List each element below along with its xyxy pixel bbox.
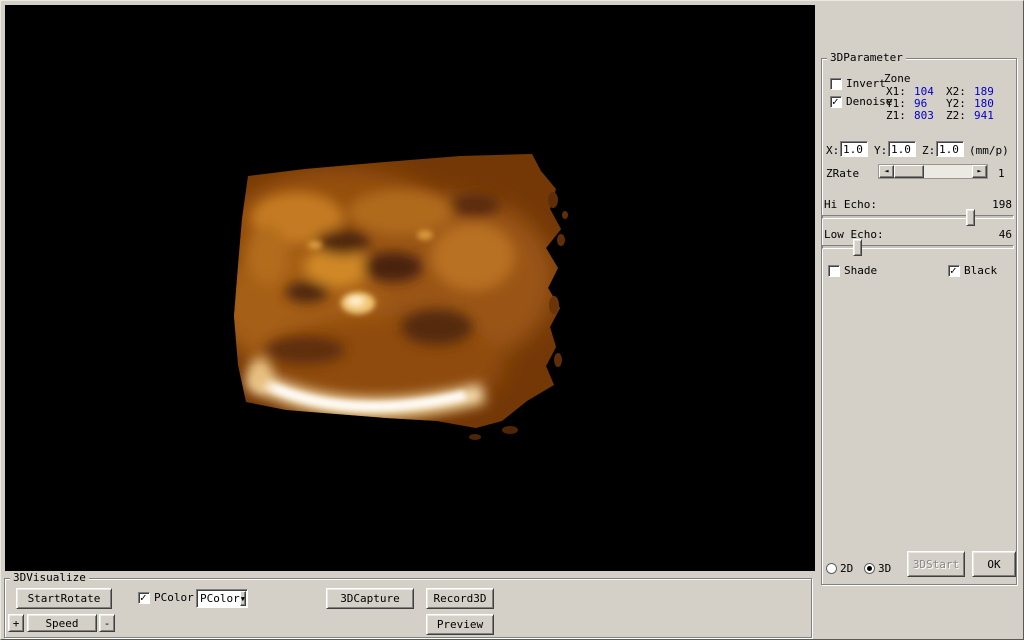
check-icon: ✓ xyxy=(950,264,957,277)
zone-title: Zone xyxy=(884,72,911,85)
scale-x-input[interactable] xyxy=(840,141,868,157)
hi-echo-label: Hi Echo: xyxy=(824,198,877,211)
zone-z2-label: Z2: xyxy=(946,109,966,122)
hi-echo-slider-thumb[interactable] xyxy=(966,209,975,226)
parameter-groupbox: 3DParameter Invert ✓ Denoise Zone X1: 10… xyxy=(821,51,1017,585)
preview-button[interactable]: Preview xyxy=(426,614,494,635)
black-label: Black xyxy=(964,264,998,277)
scale-x-label: X: xyxy=(826,144,840,157)
black-checkbox[interactable]: ✓ xyxy=(948,264,960,277)
low-echo-slider-track[interactable] xyxy=(822,245,1014,249)
check-icon: ✓ xyxy=(832,95,839,108)
visualize-groupbox: 3DVisualize StartRotate ✓ PColor PColor … xyxy=(4,571,812,638)
check-icon: ✓ xyxy=(140,591,147,604)
shade-label: Shade xyxy=(844,264,878,277)
zone-z2-value: 941 xyxy=(974,109,994,122)
hi-echo-value: 198 xyxy=(992,198,1012,211)
mode-3d-radio[interactable] xyxy=(864,563,875,574)
radio-dot-icon xyxy=(867,566,872,571)
invert-checkbox[interactable] xyxy=(830,78,842,90)
zone-z1-label: Z1: xyxy=(886,109,906,122)
visualize-groupbox-title: 3DVisualize xyxy=(10,571,89,584)
render-viewport[interactable] xyxy=(5,5,815,571)
start3d-button[interactable]: 3DStart xyxy=(907,551,965,577)
hi-echo-slider-track[interactable] xyxy=(822,215,1014,219)
pcolor-dropdown[interactable]: PColor ▼ xyxy=(196,589,248,608)
shade-checkbox[interactable] xyxy=(828,265,840,277)
scale-z-input[interactable] xyxy=(936,141,964,157)
denoise-checkbox[interactable]: ✓ xyxy=(830,95,842,108)
ultrasound-volume-render xyxy=(234,154,568,440)
zrate-scroll-thumb[interactable] xyxy=(894,165,924,178)
invert-label: Invert xyxy=(846,77,886,90)
zrate-value: 1 xyxy=(998,167,1005,180)
ok-button[interactable]: OK xyxy=(972,551,1016,577)
zone-z1-value: 803 xyxy=(914,109,934,122)
scale-y-label: Y: xyxy=(874,144,888,157)
zrate-scroll-right-icon[interactable]: ► xyxy=(972,165,987,178)
scale-z-label: Z: xyxy=(922,144,936,157)
mode-2d-radio[interactable] xyxy=(826,563,837,574)
record3d-button[interactable]: Record3D xyxy=(426,588,494,609)
zrate-scrollbar[interactable]: ◄ ► xyxy=(878,164,988,179)
start-rotate-button[interactable]: StartRotate xyxy=(16,588,112,609)
speed-minus-button[interactable]: - xyxy=(99,614,115,632)
parameter-groupbox-title: 3DParameter xyxy=(827,51,906,64)
low-echo-slider-thumb[interactable] xyxy=(853,239,862,256)
mode-2d-label: 2D xyxy=(840,562,854,575)
chevron-down-icon[interactable]: ▼ xyxy=(239,591,246,606)
scale-y-input[interactable] xyxy=(888,141,916,157)
scale-unit-label: (mm/p) xyxy=(969,144,1009,157)
capture3d-button[interactable]: 3DCapture xyxy=(326,588,414,609)
pcolor-checkbox-label: PColor xyxy=(154,591,194,604)
low-echo-value: 46 xyxy=(998,228,1012,241)
zrate-scroll-left-icon[interactable]: ◄ xyxy=(879,165,894,178)
pcolor-checkbox[interactable]: ✓ xyxy=(138,591,150,604)
app-window: 3DParameter Invert ✓ Denoise Zone X1: 10… xyxy=(0,0,1024,640)
speed-plus-button[interactable]: + xyxy=(8,614,24,632)
mode-3d-label: 3D xyxy=(878,562,892,575)
zrate-label: ZRate xyxy=(826,167,860,180)
pcolor-dropdown-value: PColor xyxy=(200,592,240,605)
speed-button[interactable]: Speed xyxy=(27,614,97,632)
